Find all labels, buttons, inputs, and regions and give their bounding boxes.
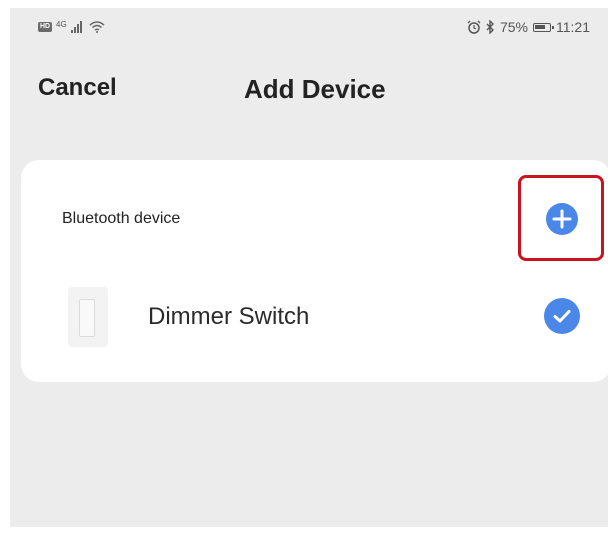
add-device-button[interactable]	[546, 203, 578, 235]
status-left: HD 4G	[38, 19, 105, 33]
selected-check-button[interactable]	[544, 298, 580, 334]
device-name: Dimmer Switch	[148, 303, 310, 330]
status-right: 75% 11:21	[467, 19, 590, 35]
wifi-icon	[89, 21, 105, 33]
plus-icon	[552, 209, 572, 229]
network-type: 4G	[56, 19, 67, 29]
page-title: Add Device	[244, 74, 386, 104]
battery-percent: 75%	[499, 19, 528, 35]
bluetooth-device-card: Bluetooth device Dimmer Switch	[21, 160, 608, 382]
checkmark-icon	[553, 310, 571, 323]
nav-bar: Cancel Add Device	[10, 68, 608, 112]
switch-plate	[79, 299, 95, 337]
dimmer-switch-thumbnail	[68, 287, 108, 347]
signal-icon	[70, 21, 82, 33]
section-label: Bluetooth device	[62, 210, 181, 227]
battery-icon	[533, 22, 554, 32]
bluetooth-icon	[486, 20, 494, 34]
cancel-button[interactable]: Cancel	[38, 74, 117, 102]
status-bar: HD 4G 75% 11:21	[10, 8, 608, 48]
hd-icon: HD	[38, 22, 52, 32]
status-time: 11:21	[556, 19, 590, 35]
list-item[interactable]: Dimmer Switch	[21, 278, 608, 358]
app-screen: HD 4G 75% 11:21 Cancel Add Device Blueto…	[10, 8, 608, 527]
alarm-icon	[467, 20, 481, 34]
